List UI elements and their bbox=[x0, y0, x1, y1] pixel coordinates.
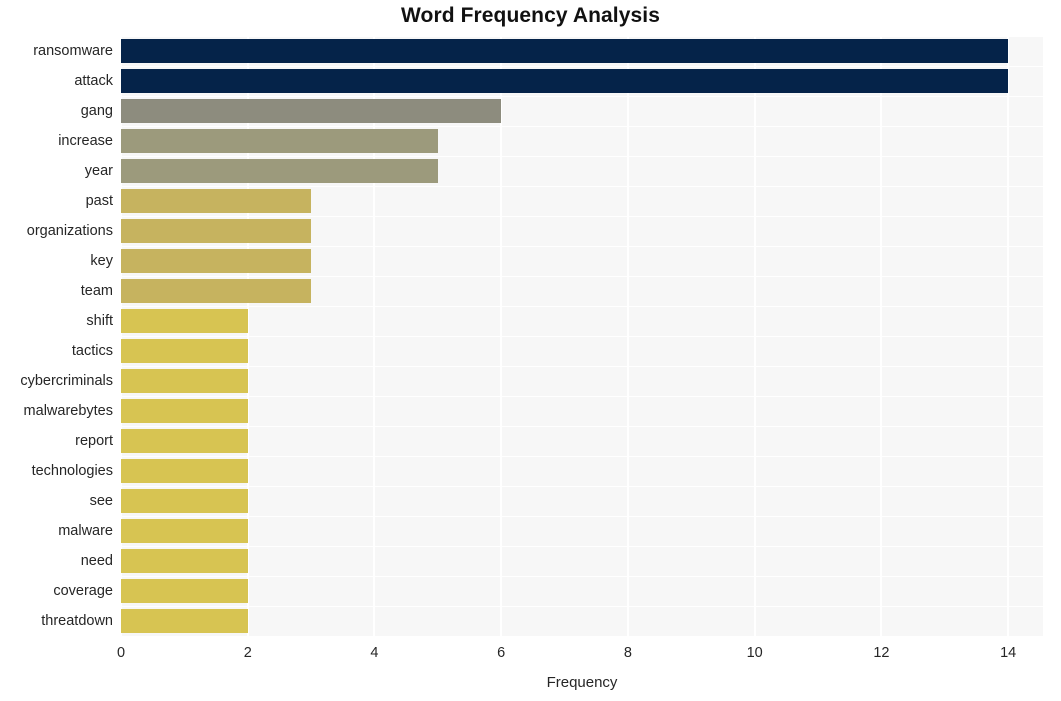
x-axis-tick-label: 4 bbox=[370, 645, 379, 661]
y-axis-tick-labels: ransomware attack gang increase year past orga… bbox=[0, 36, 113, 636]
gridline-horizontal bbox=[121, 336, 1043, 337]
y-axis-tick-label: ransomware bbox=[33, 43, 113, 59]
plot-area bbox=[121, 36, 1043, 636]
bar bbox=[121, 249, 312, 273]
gridline-horizontal bbox=[121, 426, 1043, 427]
gridline-horizontal bbox=[121, 486, 1043, 487]
x-axis-tick-label: 14 bbox=[1000, 645, 1017, 661]
y-axis-tick-label: organizations bbox=[26, 223, 113, 239]
bar bbox=[121, 279, 312, 303]
gridline-horizontal bbox=[121, 576, 1043, 577]
y-axis-tick-label: increase bbox=[58, 133, 113, 149]
bar bbox=[121, 339, 248, 363]
y-axis-tick-label: cybercriminals bbox=[20, 373, 113, 389]
gridline-horizontal bbox=[121, 366, 1043, 367]
gridline-horizontal bbox=[121, 396, 1043, 397]
gridline-horizontal bbox=[121, 36, 1043, 37]
gridline-horizontal bbox=[121, 606, 1043, 607]
gridline-horizontal bbox=[121, 546, 1043, 547]
y-axis-tick-label: tactics bbox=[71, 343, 113, 359]
bar bbox=[121, 609, 248, 633]
y-axis-tick-label: key bbox=[90, 253, 113, 269]
gridline-horizontal bbox=[121, 216, 1043, 217]
bar bbox=[121, 549, 248, 573]
bar bbox=[121, 159, 438, 183]
y-axis-tick-label: attack bbox=[74, 73, 113, 89]
bar bbox=[121, 309, 248, 333]
gridline-horizontal bbox=[121, 96, 1043, 97]
chart-title: Word Frequency Analysis bbox=[400, 4, 661, 27]
gridline-horizontal bbox=[121, 516, 1043, 517]
gridline-horizontal bbox=[121, 156, 1043, 157]
bar bbox=[121, 459, 248, 483]
gridline-horizontal bbox=[121, 126, 1043, 127]
bar bbox=[121, 99, 502, 123]
bar bbox=[121, 399, 248, 423]
bar bbox=[121, 429, 248, 453]
x-axis-tick-label: 12 bbox=[873, 645, 890, 661]
x-axis-tick-label: 0 bbox=[116, 645, 126, 661]
y-axis-tick-label: team bbox=[80, 283, 113, 299]
x-axis-tick-labels: 0 2 4 6 8 10 12 14 bbox=[0, 645, 1061, 669]
gridline-horizontal bbox=[121, 456, 1043, 457]
bar bbox=[121, 129, 438, 153]
bar bbox=[121, 369, 248, 393]
y-axis-tick-label: coverage bbox=[53, 583, 113, 599]
bar bbox=[121, 489, 248, 513]
x-axis-label: Frequency bbox=[546, 674, 618, 691]
y-axis-tick-label: shift bbox=[86, 313, 113, 329]
bar bbox=[121, 189, 312, 213]
x-axis-tick-label: 6 bbox=[497, 645, 506, 661]
y-axis-tick-label: year bbox=[84, 163, 113, 179]
y-axis-tick-label: report bbox=[75, 433, 113, 449]
y-axis-tick-label: need bbox=[80, 553, 113, 569]
gridline-horizontal bbox=[121, 306, 1043, 307]
y-axis-tick-label: past bbox=[85, 193, 113, 209]
y-axis-tick-label: malwarebytes bbox=[23, 403, 113, 419]
x-axis-tick-label: 10 bbox=[746, 645, 763, 661]
y-axis-tick-label: threatdown bbox=[41, 613, 113, 629]
gridline-horizontal bbox=[121, 186, 1043, 187]
gridline-horizontal bbox=[121, 246, 1043, 247]
gridline-horizontal bbox=[121, 66, 1043, 67]
y-axis-tick-label: technologies bbox=[31, 463, 113, 479]
bar bbox=[121, 519, 248, 543]
bar bbox=[121, 69, 1009, 93]
y-axis-tick-label: malware bbox=[58, 523, 113, 539]
y-axis-tick-label: see bbox=[89, 493, 113, 509]
y-axis-tick-label: gang bbox=[80, 103, 113, 119]
bar bbox=[121, 579, 248, 603]
gridline-horizontal bbox=[121, 276, 1043, 277]
bar bbox=[121, 219, 312, 243]
x-axis-tick-label: 2 bbox=[243, 645, 252, 661]
x-axis-tick-label: 8 bbox=[623, 645, 632, 661]
chart-figure: Word Frequency Analysis ransomware attack… bbox=[0, 0, 1061, 701]
bar bbox=[121, 39, 1009, 63]
